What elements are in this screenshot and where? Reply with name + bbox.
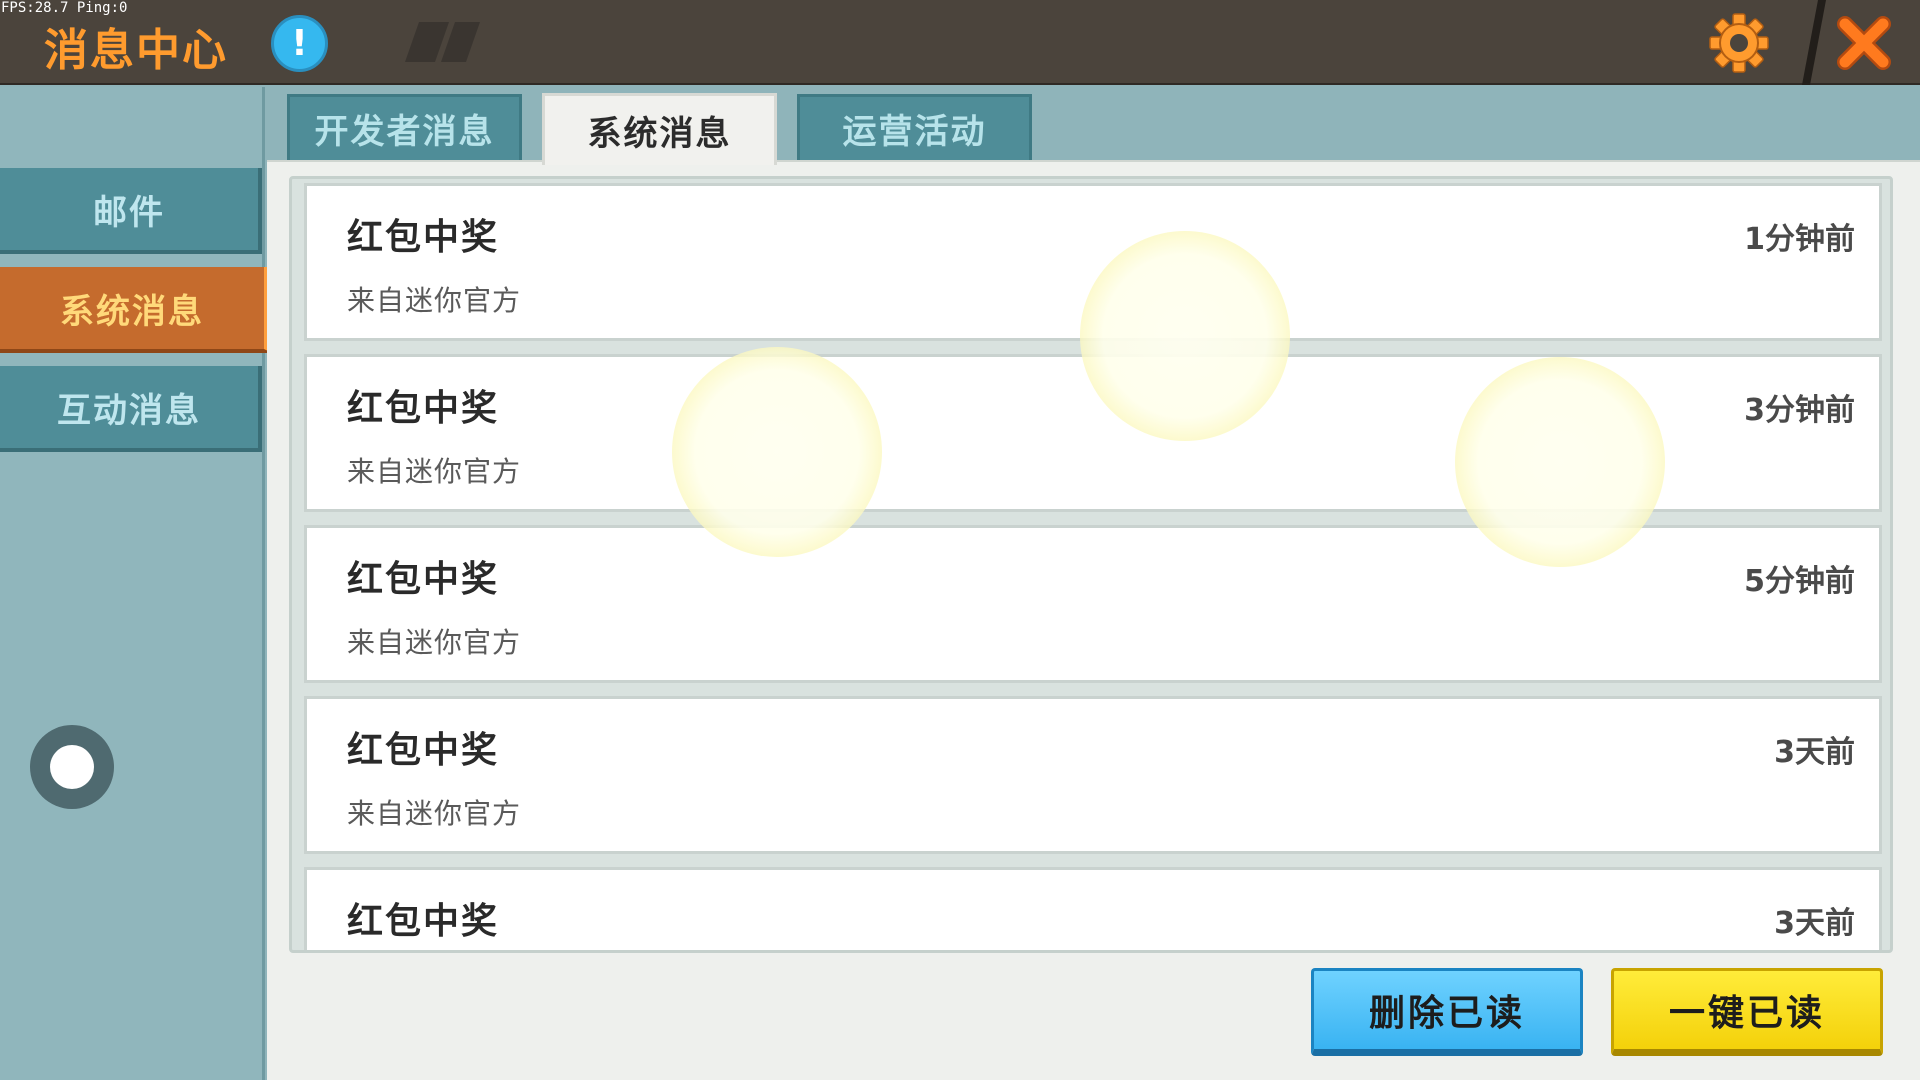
- message-title: 红包中奖: [347, 388, 500, 429]
- message-time: 3天前: [1774, 735, 1855, 770]
- message-time: 3天前: [1774, 906, 1855, 941]
- message-list[interactable]: 红包中奖 来自迷你官方 1分钟前 红包中奖 来自迷你官方 3分钟前 红包中奖 来…: [289, 176, 1893, 953]
- sidebar-item-interactive-messages[interactable]: 互动消息: [0, 366, 262, 452]
- list-item[interactable]: 红包中奖 来自迷你官方 1分钟前: [304, 183, 1882, 341]
- decorative-stripes-icon: [405, 22, 480, 62]
- message-sender: 来自迷你官方: [347, 797, 522, 830]
- list-item[interactable]: 红包中奖 3天前: [304, 867, 1882, 950]
- gear-icon[interactable]: [1708, 12, 1770, 74]
- message-sender: 来自迷你官方: [347, 455, 522, 488]
- list-item[interactable]: 红包中奖 来自迷你官方 5分钟前: [304, 525, 1882, 683]
- delete-read-button[interactable]: 删除已读: [1311, 968, 1583, 1056]
- joystick-knob[interactable]: [50, 745, 94, 789]
- page-title: 消息中心: [44, 25, 228, 76]
- joystick-icon[interactable]: [30, 725, 114, 809]
- tab-system-messages[interactable]: 系统消息: [542, 93, 777, 165]
- sidebar-item-system-messages[interactable]: 系统消息: [0, 267, 272, 353]
- message-time: 5分钟前: [1744, 564, 1855, 599]
- message-sender: 来自迷你官方: [347, 284, 522, 317]
- sidebar: 邮件 系统消息 互动消息: [0, 87, 272, 1080]
- info-icon[interactable]: !: [271, 15, 328, 72]
- message-title: 红包中奖: [347, 559, 500, 600]
- message-title: 红包中奖: [347, 730, 500, 771]
- tab-operations-events[interactable]: 运营活动: [797, 94, 1032, 160]
- list-item[interactable]: 红包中奖 来自迷你官方 3天前: [304, 696, 1882, 854]
- message-title: 红包中奖: [347, 217, 500, 258]
- list-item[interactable]: 红包中奖 来自迷你官方 3分钟前: [304, 354, 1882, 512]
- message-sender: 来自迷你官方: [347, 626, 522, 659]
- message-title: 红包中奖: [347, 901, 500, 942]
- message-time: 1分钟前: [1744, 222, 1855, 257]
- close-icon[interactable]: [1835, 14, 1893, 72]
- top-bar: FPS:28.7 Ping:0 消息中心 !: [0, 0, 1920, 85]
- header-divider: [1802, 0, 1826, 85]
- mark-all-read-button[interactable]: 一键已读: [1611, 968, 1883, 1056]
- message-time: 3分钟前: [1744, 393, 1855, 428]
- sidebar-item-mail[interactable]: 邮件: [0, 168, 262, 254]
- tab-developer-messages[interactable]: 开发者消息: [287, 94, 522, 160]
